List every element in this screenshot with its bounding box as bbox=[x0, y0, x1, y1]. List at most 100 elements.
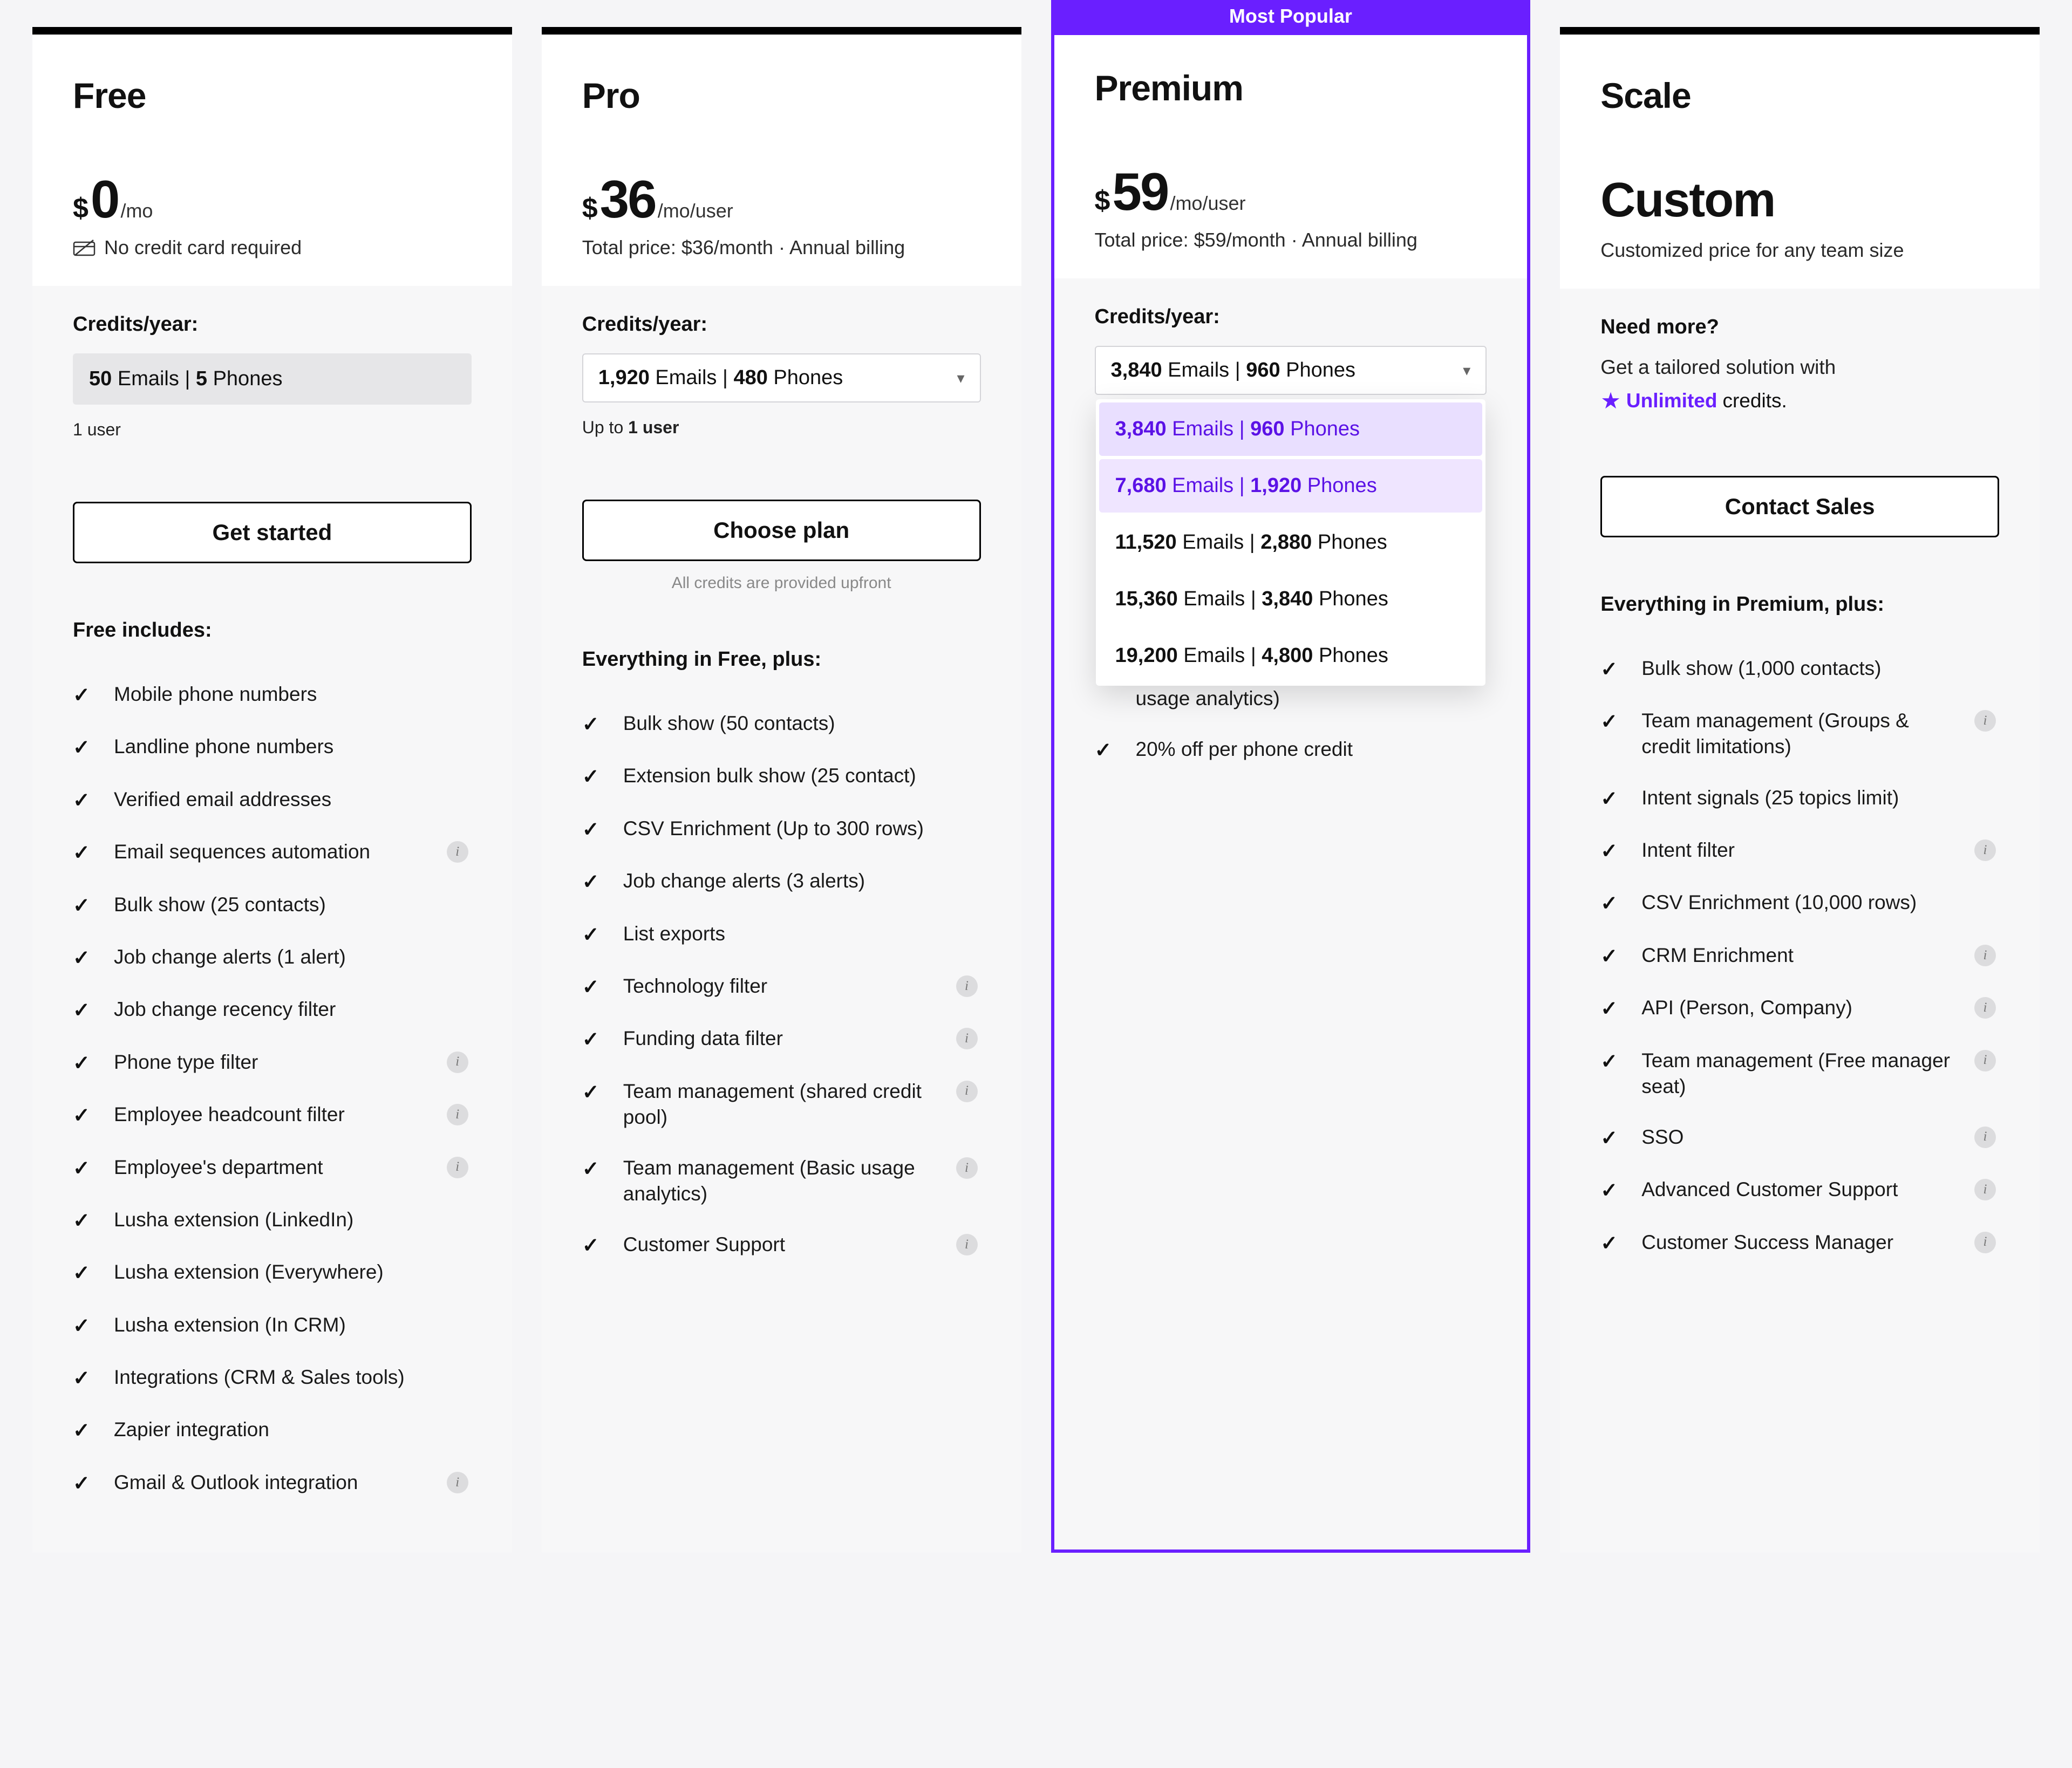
info-icon[interactable]: i bbox=[1974, 1232, 1996, 1253]
feature-text: Integrations (CRM & Sales tools) bbox=[114, 1364, 431, 1390]
info-icon[interactable]: i bbox=[956, 1081, 978, 1102]
credits-emails-count: 3,840 bbox=[1111, 359, 1162, 381]
feature-text: 20% off per phone credit bbox=[1136, 736, 1446, 762]
credits-option[interactable]: 3,840 Emails | 960 Phones bbox=[1099, 402, 1483, 456]
check-icon: ✓ bbox=[582, 816, 607, 843]
feature-item: ✓ Integrations (CRM & Sales tools) bbox=[73, 1352, 472, 1404]
info-icon[interactable]: i bbox=[956, 1157, 978, 1179]
check-icon: ✓ bbox=[1600, 943, 1625, 970]
plan-header: Pro $ 36 /mo/user Total price: $36/month… bbox=[542, 35, 1021, 286]
features-section: Everything in Free, plus: ✓Bulk show (50… bbox=[542, 618, 1021, 1553]
feature-item: ✓Team management (shared credit pool)i bbox=[582, 1066, 981, 1143]
info-icon[interactable]: i bbox=[447, 1157, 468, 1178]
features-title: Everything in Premium, plus: bbox=[1600, 593, 1999, 616]
feature-text: Customer Success Manager bbox=[1641, 1230, 1958, 1255]
credits-section: Credits/year: 3,840 Emails | 960 Phones … bbox=[1054, 278, 1528, 410]
feature-text: Extension bulk show (25 contact) bbox=[623, 763, 940, 789]
info-icon[interactable]: i bbox=[1974, 1050, 1996, 1071]
info-icon[interactable]: i bbox=[1974, 839, 1996, 861]
feature-item: ✓CSV Enrichment (10,000 rows) bbox=[1600, 877, 1999, 930]
popular-badge: Most Popular bbox=[1054, 0, 1528, 35]
feature-text: Landline phone numbers bbox=[114, 734, 431, 760]
plan-header: Free $ 0 /mo No credit card required bbox=[32, 35, 512, 286]
feature-item: ✓Bulk show (50 contacts) bbox=[582, 698, 981, 750]
info-icon[interactable]: i bbox=[1974, 945, 1996, 966]
feature-text: Employee headcount filter bbox=[114, 1102, 431, 1128]
info-icon[interactable]: i bbox=[447, 1472, 468, 1493]
credits-section: Credits/year: 1,920 Emails | 480 Phones … bbox=[542, 286, 1021, 467]
check-icon: ✓ bbox=[582, 973, 607, 1001]
get-started-button[interactable]: Get started bbox=[73, 502, 472, 563]
feature-text: Lusha extension (In CRM) bbox=[114, 1312, 431, 1338]
feature-text: Job change alerts (3 alerts) bbox=[623, 868, 940, 894]
info-icon[interactable]: i bbox=[1974, 1179, 1996, 1200]
unlimited-suffix: credits. bbox=[1722, 390, 1787, 412]
info-icon[interactable]: i bbox=[1974, 1127, 1996, 1148]
feature-text: Bulk show (50 contacts) bbox=[623, 711, 940, 736]
check-icon: ✓ bbox=[582, 763, 607, 790]
price-line: $ 36 /mo/user bbox=[582, 173, 981, 226]
credits-option[interactable]: 15,360 Emails | 3,840 Phones bbox=[1099, 572, 1483, 626]
feature-item: ✓ Advanced Customer Support i bbox=[1600, 1164, 1999, 1217]
check-icon: ✓ bbox=[73, 1207, 98, 1234]
info-icon[interactable]: i bbox=[956, 1234, 978, 1255]
feature-item: ✓Customer Supporti bbox=[582, 1219, 981, 1272]
credits-dropdown[interactable]: 3,840 Emails | 960 Phones ▾ 3,840 Emails… bbox=[1095, 346, 1487, 395]
info-icon[interactable]: i bbox=[447, 841, 468, 863]
check-icon: ✓ bbox=[73, 1155, 98, 1182]
feature-text: Advanced Customer Support bbox=[1641, 1177, 1958, 1203]
credits-option[interactable]: 7,680 Emails | 1,920 Phones bbox=[1099, 459, 1483, 513]
info-icon[interactable]: i bbox=[956, 1028, 978, 1049]
check-icon: ✓ bbox=[73, 1417, 98, 1444]
features-list: ✓Bulk show (50 contacts)✓Extension bulk … bbox=[582, 698, 981, 1272]
price-suffix: /mo/user bbox=[1170, 192, 1245, 215]
feature-item: ✓Customer Success Manageri bbox=[1600, 1217, 1999, 1269]
credits-phones-word: Phones bbox=[1286, 359, 1355, 381]
credits-section: Credits/year: 50 Emails | 5 Phones 1 use… bbox=[32, 286, 512, 469]
info-icon[interactable]: i bbox=[447, 1052, 468, 1073]
feature-text: Job change recency filter bbox=[114, 996, 431, 1022]
plan-name: Pro bbox=[582, 75, 981, 116]
pricing-plans-grid: Free $ 0 /mo No credit card required Cre… bbox=[32, 27, 2040, 1553]
credits-phones-count: 480 bbox=[733, 366, 767, 389]
check-icon: ✓ bbox=[73, 1364, 98, 1392]
credits-dropdown[interactable]: 1,920 Emails | 480 Phones ▾ bbox=[582, 353, 981, 402]
plan-card-premium: Most Popular Premium $ 59 /mo/user Total… bbox=[1051, 0, 1531, 1553]
info-icon[interactable]: i bbox=[1974, 997, 1996, 1019]
feature-item: ✓API (Person, Company)i bbox=[1600, 982, 1999, 1035]
check-icon: ✓ bbox=[1600, 785, 1625, 813]
check-icon: ✓ bbox=[582, 1078, 607, 1106]
check-icon: ✓ bbox=[73, 839, 98, 866]
credits-option[interactable]: 19,200 Emails | 4,800 Phones bbox=[1099, 629, 1483, 682]
check-icon: ✓ bbox=[1600, 837, 1625, 865]
credits-phones-word: Phones bbox=[773, 366, 843, 389]
feature-text: SSO bbox=[1641, 1124, 1958, 1150]
credits-option[interactable]: 11,520 Emails | 2,880 Phones bbox=[1099, 516, 1483, 569]
credits-sub-bold: 1 user bbox=[628, 418, 679, 437]
info-icon[interactable]: i bbox=[447, 1104, 468, 1125]
price-subline: Customized price for any team size bbox=[1600, 239, 1999, 262]
check-icon: ✓ bbox=[1600, 1177, 1625, 1204]
price-suffix: /mo/user bbox=[658, 200, 733, 222]
feature-item: ✓Zapier integration bbox=[73, 1404, 472, 1457]
info-icon[interactable]: i bbox=[956, 975, 978, 997]
feature-text: CRM Enrichment bbox=[1641, 943, 1958, 968]
choose-plan-button[interactable]: Choose plan bbox=[582, 500, 981, 561]
check-icon: ✓ bbox=[73, 1049, 98, 1077]
plan-name: Scale bbox=[1600, 75, 1999, 116]
credits-emails-word: Emails bbox=[118, 367, 179, 390]
info-icon[interactable]: i bbox=[1974, 710, 1996, 732]
feature-text: Team management (Groups & credit limitat… bbox=[1641, 708, 1958, 760]
price-subline: Total price: $36/month · Annual billing bbox=[582, 236, 981, 259]
check-icon: ✓ bbox=[73, 1470, 98, 1497]
feature-text: Team management (Free manager seat) bbox=[1641, 1048, 1958, 1100]
contact-sales-button[interactable]: Contact Sales bbox=[1600, 476, 1999, 537]
unlimited-word: Unlimited bbox=[1626, 390, 1717, 412]
price-currency: $ bbox=[582, 192, 598, 224]
credits-static-box: 50 Emails | 5 Phones bbox=[73, 353, 472, 405]
credits-phones-count: 960 bbox=[1246, 359, 1280, 381]
check-icon: ✓ bbox=[73, 681, 98, 709]
feature-item: ✓Team management (Free manager seat)i bbox=[1600, 1035, 1999, 1112]
feature-item: ✓Phone type filteri bbox=[73, 1037, 472, 1089]
feature-item: ✓Lusha extension (LinkedIn) bbox=[73, 1194, 472, 1247]
